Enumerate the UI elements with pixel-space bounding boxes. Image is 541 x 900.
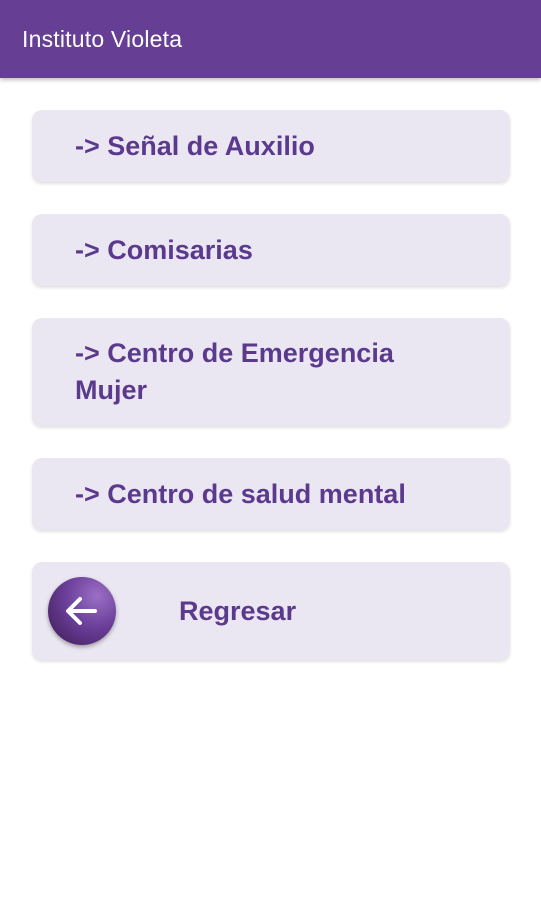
app-title: Instituto Violeta (22, 26, 183, 52)
menu-button-senal-de-auxilio[interactable]: -> Señal de Auxilio (32, 110, 510, 182)
back-button-label: Regresar (179, 596, 297, 626)
menu-button-centro-salud-mental[interactable]: -> Centro de salud mental (32, 458, 510, 530)
menu-button-comisarias[interactable]: -> Comisarias (32, 214, 510, 286)
app-bar: Instituto Violeta (0, 0, 541, 78)
menu-button-centro-emergencia-mujer[interactable]: -> Centro de Emergencia Mujer (32, 318, 510, 426)
menu-button-label: -> Centro de Emergencia Mujer (75, 338, 394, 405)
menu-button-label: -> Señal de Auxilio (75, 130, 315, 161)
menu-button-label: -> Centro de salud mental (75, 478, 406, 509)
back-button[interactable]: Regresar (32, 562, 510, 660)
menu-button-label: -> Comisarias (75, 234, 253, 265)
menu-list: -> Señal de Auxilio -> Comisarias -> Cen… (32, 110, 510, 660)
arrow-left-icon (48, 577, 116, 645)
